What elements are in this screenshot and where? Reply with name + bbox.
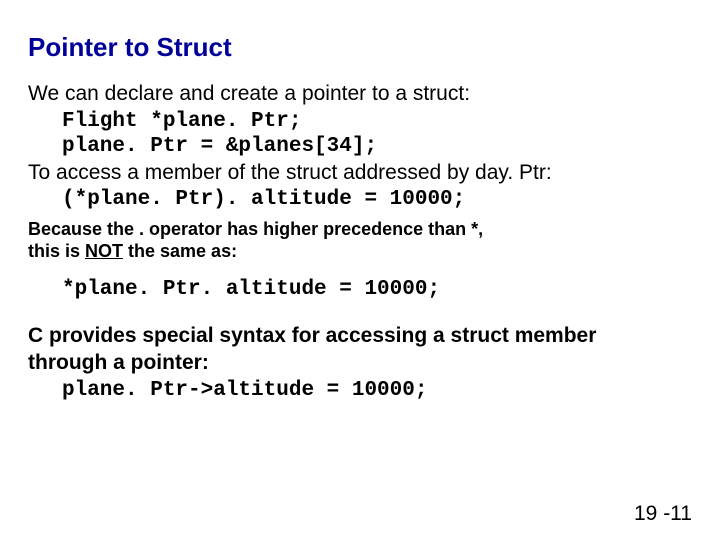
page-number: 19 -11: [634, 502, 692, 526]
code-deref-access: (*plane. Ptr). altitude = 10000;: [62, 187, 692, 213]
code-declare-2: plane. Ptr = &planes[34];: [62, 134, 692, 160]
slide-title: Pointer to Struct: [28, 32, 692, 63]
intro-declare: We can declare and create a pointer to a…: [28, 81, 692, 107]
precedence-note-not: NOT: [85, 241, 123, 261]
code-wrong-access: *plane. Ptr. altitude = 10000;: [62, 277, 692, 303]
precedence-note-line1: Because the . operator has higher preced…: [28, 219, 692, 241]
code-arrow-access: plane. Ptr->altitude = 10000;: [62, 378, 692, 404]
slide: Pointer to Struct We can declare and cre…: [0, 0, 720, 540]
precedence-note-line2: this is NOT the same as:: [28, 241, 692, 263]
arrow-syntax-line2: through a pointer:: [28, 350, 692, 376]
precedence-note-pre: this is: [28, 241, 85, 261]
code-declare-1: Flight *plane. Ptr;: [62, 109, 692, 135]
intro-access: To access a member of the struct address…: [28, 160, 692, 186]
precedence-note-post: the same as:: [123, 241, 237, 261]
arrow-syntax-line1: C provides special syntax for accessing …: [28, 323, 692, 349]
